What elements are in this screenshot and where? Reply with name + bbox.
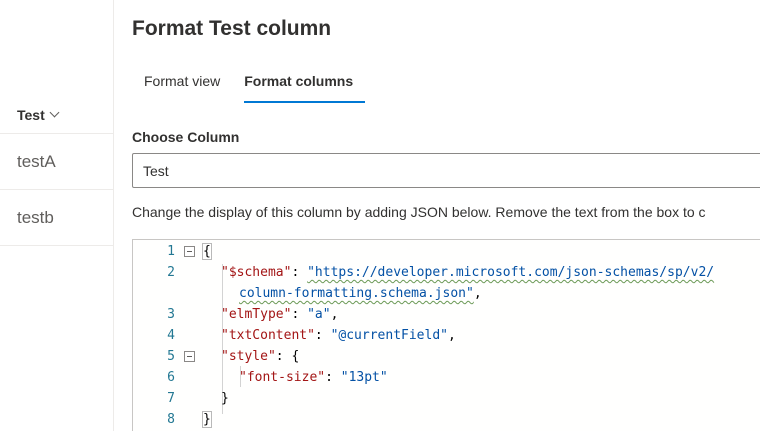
tab-bar: Format view Format columns [132,63,366,105]
code-text: "$schema": "https://developer.microsoft.… [221,265,715,280]
fold-toggle-icon[interactable] [184,246,195,257]
code-line: 2 "$schema": "https://developer.microsof… [133,262,760,283]
code-line: 7 } [133,388,760,409]
code-line: 4 "txtContent": "@currentField", [133,325,760,346]
code-text: "style": { [221,349,300,364]
line-number: 6 [167,370,175,385]
choose-column-label: Choose Column [132,129,240,145]
code-text: } [221,391,229,406]
line-number: 1 [167,244,175,259]
code-text: "txtContent": "@currentField", [221,328,456,343]
tab-format-columns[interactable]: Format columns [232,63,366,103]
choose-column-field[interactable] [132,153,760,188]
code-text: column-formatting.schema.json", [239,286,482,301]
code-line: 6 "font-size": "13pt" [133,367,760,388]
code-line: column-formatting.schema.json", [133,283,760,304]
line-number: 4 [167,328,175,343]
column-header-test[interactable]: Test [0,96,114,134]
line-number: 5 [167,349,175,364]
help-text: Change the display of this column by add… [132,204,706,220]
code-text: } [202,411,212,428]
line-number: 7 [167,391,175,406]
code-text: "elmType": "a", [221,307,339,322]
tab-format-view[interactable]: Format view [132,63,232,103]
line-number: 3 [167,307,175,322]
list-item-value: testA [17,151,56,171]
list-item[interactable]: testb [0,190,114,246]
code-text: { [202,243,212,260]
code-text: "font-size": "13pt" [239,370,388,385]
code-line: 1 { [133,241,760,262]
code-line: 3 "elmType": "a", [133,304,760,325]
chevron-down-icon [49,107,60,118]
json-code-editor[interactable]: 1 { 2 "$schema": "https://developer.micr… [132,239,760,431]
code-line: 8 } [133,409,760,430]
list-item-value: testb [17,207,54,227]
format-pane: Format Test column Format view Format co… [114,0,760,431]
code-line: 5 "style": { [133,346,760,367]
list-item[interactable]: testA [0,134,114,190]
line-number: 2 [167,265,175,280]
pane-title: Format Test column [132,17,332,40]
column-header-label: Test [17,106,45,123]
fold-toggle-icon[interactable] [184,351,195,362]
list-panel: Test testA testb [0,0,114,431]
line-number: 8 [167,412,175,427]
